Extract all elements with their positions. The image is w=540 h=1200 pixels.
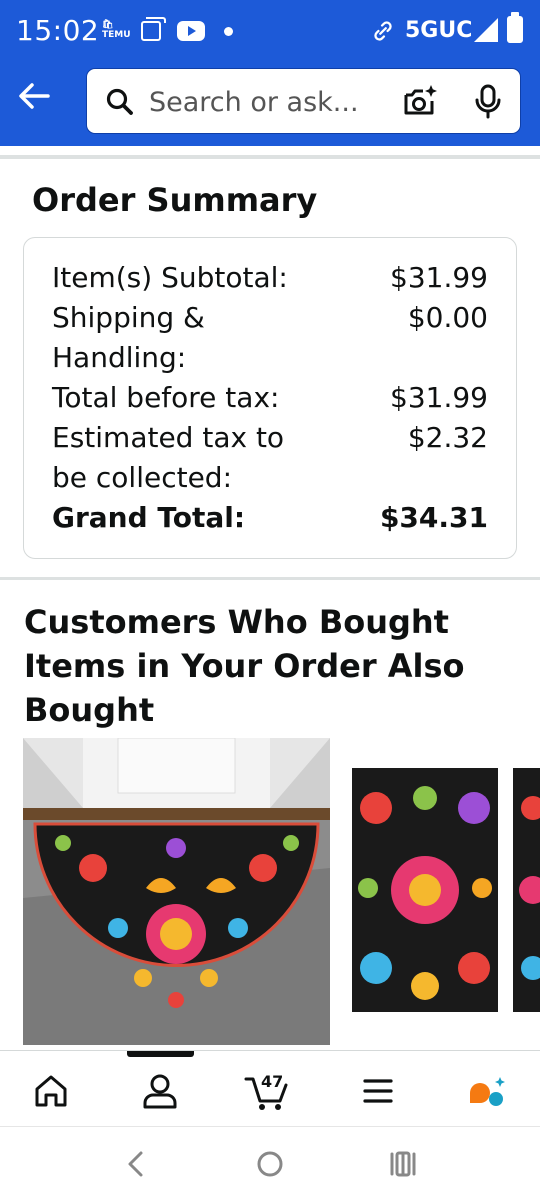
home-circle-icon[interactable]: [250, 1147, 290, 1181]
mic-icon[interactable]: [471, 83, 505, 121]
section-divider: [0, 577, 540, 580]
grand-total-value: $34.31: [379, 501, 488, 534]
app-header: [0, 62, 540, 146]
youtube-icon: [177, 21, 205, 41]
active-tab-indicator: [127, 1051, 194, 1057]
order-summary-title: Order Summary: [32, 181, 318, 219]
subtotal-label: Item(s) Subtotal:: [52, 261, 288, 294]
temu-notification-icon: 🛍 TEMU: [102, 20, 131, 40]
subtotal-value: $31.99: [390, 261, 488, 294]
menu-icon[interactable]: [353, 1069, 403, 1113]
search-icon[interactable]: [105, 87, 135, 117]
signal-icon: [474, 18, 498, 42]
status-time: 15:02: [16, 14, 100, 47]
order-summary-card: Item(s) Subtotal: $31.99 Shipping & Hand…: [23, 237, 517, 559]
section-divider: [0, 155, 540, 159]
estimated-tax-label: Estimated tax to be collected:: [52, 421, 285, 494]
system-nav-bar: [0, 1126, 540, 1200]
rufus-ai-icon[interactable]: [462, 1069, 512, 1113]
battery-icon: [507, 12, 523, 43]
shipping-label: Shipping & Handling:: [52, 301, 205, 374]
dot-icon: [224, 27, 233, 36]
total-before-tax-value: $31.99: [390, 381, 488, 414]
product-image-runner-rug[interactable]: [346, 768, 498, 1012]
search-input[interactable]: [149, 82, 381, 122]
grand-total-label: Grand Total:: [52, 501, 246, 534]
account-icon[interactable]: [135, 1069, 185, 1113]
camera-icon[interactable]: [401, 83, 439, 121]
status-bar: 15:02 🛍 TEMU 5GUC: [0, 0, 540, 62]
recommendations-title: Customers Who Bought Items in Your Order…: [24, 603, 465, 729]
link-icon: [374, 21, 392, 41]
product-image-runner-rug-partial[interactable]: [511, 768, 540, 1012]
product-image-doormat[interactable]: [23, 738, 330, 1045]
network-label: 5GUC: [405, 18, 473, 43]
estimated-tax-value: $2.32: [407, 421, 488, 454]
recents-icon[interactable]: [383, 1147, 423, 1181]
shipping-value: $0.00: [407, 301, 488, 334]
back-arrow-icon[interactable]: [14, 76, 54, 116]
screen-icon: [141, 17, 166, 41]
home-icon[interactable]: [26, 1069, 76, 1113]
back-icon[interactable]: [117, 1147, 157, 1181]
cart-count-badge: 47: [261, 1072, 284, 1091]
search-bar[interactable]: [86, 68, 521, 134]
total-before-tax-label: Total before tax:: [52, 381, 280, 414]
